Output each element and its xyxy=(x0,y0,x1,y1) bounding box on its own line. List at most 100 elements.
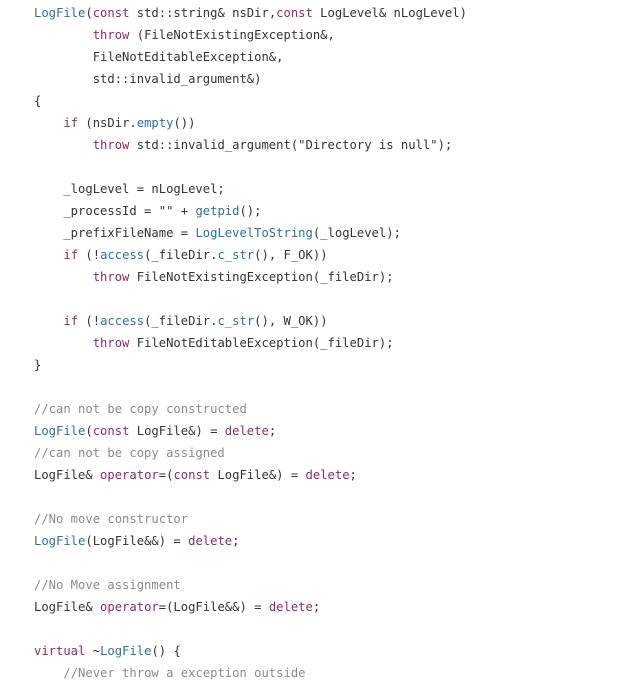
code-keyword: if xyxy=(63,116,79,130)
code-text: ( xyxy=(85,6,93,20)
code-text: { xyxy=(34,94,42,108)
code-comment: //can not be copy assigned xyxy=(34,446,225,460)
code-keyword: operator xyxy=(100,600,159,614)
code-keyword: const xyxy=(276,6,313,20)
code-text: ; xyxy=(349,468,357,482)
code-block: LogFile(const std::string& nsDir,const L… xyxy=(34,2,467,684)
code-text: ~ xyxy=(85,644,101,658)
code-keyword: if xyxy=(63,314,79,328)
code-text: =(LogFile&&) = xyxy=(158,600,269,614)
code-text: (_logLevel); xyxy=(312,226,401,240)
code-keyword: delete xyxy=(305,468,350,482)
code-line: throw (FileNotExistingException&, xyxy=(34,24,467,46)
code-identifier: LogFile xyxy=(34,6,86,20)
code-line: std::invalid_argument&) xyxy=(34,68,467,90)
code-keyword: const xyxy=(92,6,130,20)
code-text: (! xyxy=(78,314,101,328)
code-comment: //No move constructor xyxy=(34,512,189,526)
code-line: //can not be copy assigned xyxy=(34,442,467,464)
code-text: ; xyxy=(268,424,277,438)
code-line: throw FileNotEditableException(_fileDir)… xyxy=(34,332,467,354)
code-line: throw std::invalid_argument("Directory i… xyxy=(34,134,467,156)
code-line: LogFile& operator=(const LogFile&) = del… xyxy=(34,464,467,486)
code-text: std::invalid_argument("Directory is null… xyxy=(129,138,453,152)
code-identifier: empty xyxy=(136,116,174,130)
code-text: =( xyxy=(158,468,174,482)
code-text: () { xyxy=(151,644,181,658)
code-line: } xyxy=(34,354,467,376)
code-line: FileNotEditableException&, xyxy=(34,46,467,68)
code-text: FileNotEditableException&, xyxy=(34,50,284,64)
code-keyword: const xyxy=(173,468,211,482)
code-keyword: delete xyxy=(224,424,269,438)
code-text: LogFile& xyxy=(34,600,101,614)
code-text: _logLevel = nLogLevel; xyxy=(34,182,225,196)
code-text: LogFile&) = xyxy=(129,424,225,438)
code-identifier: c_str xyxy=(217,314,255,328)
code-identifier: LogFile xyxy=(34,424,86,438)
code-text: (FileNotExistingException&, xyxy=(129,28,335,42)
code-keyword: throw xyxy=(92,28,130,42)
code-text: (), F_OK)) xyxy=(254,248,328,262)
code-text: (_fileDir. xyxy=(144,314,218,328)
code-text: (); xyxy=(239,204,262,218)
code-keyword: delete xyxy=(188,534,233,548)
code-text: (! xyxy=(78,248,101,262)
code-text: ; xyxy=(232,534,240,548)
code-identifier: access xyxy=(100,314,145,328)
code-comment: //No Move assignment xyxy=(34,578,181,592)
code-text: (nsDir. xyxy=(78,116,137,130)
code-line: //No move constructor xyxy=(34,508,467,530)
code-text: _prefixFileName = xyxy=(34,226,196,240)
code-identifier: access xyxy=(100,248,145,262)
code-text: ()) xyxy=(173,116,196,130)
code-keyword: const xyxy=(92,424,130,438)
code-line: _logLevel = nLogLevel; xyxy=(34,178,467,200)
code-line: LogFile& operator=(LogFile&&) = delete; xyxy=(34,596,467,618)
code-text: ( xyxy=(85,424,93,438)
code-line: virtual ~LogFile() { xyxy=(34,640,467,662)
code-line: _processId = "" + getpid(); xyxy=(34,200,467,222)
code-keyword: throw xyxy=(92,270,130,284)
code-line: { xyxy=(34,90,467,112)
code-text: (), W_OK)) xyxy=(254,314,328,328)
code-line: //can not be copy constructed xyxy=(34,398,467,420)
code-keyword: virtual xyxy=(34,644,86,658)
code-identifier: getpid xyxy=(195,204,240,218)
code-text: FileNotExistingException(_fileDir); xyxy=(129,270,394,284)
code-text: FileNotEditableException(_fileDir); xyxy=(129,336,394,350)
code-line: //No Move assignment xyxy=(34,574,467,596)
code-identifier: c_str xyxy=(217,248,255,262)
code-text: ; xyxy=(312,600,321,614)
code-identifier: LogLevelToString xyxy=(195,226,313,240)
code-comment: //Never throw a exception outside xyxy=(63,666,306,680)
code-identifier: LogFile xyxy=(34,534,86,548)
code-line: if (!access(_fileDir.c_str(), F_OK)) xyxy=(34,244,467,266)
code-text: (LogFile&&) = xyxy=(85,534,189,548)
code-text: std::invalid_argument&) xyxy=(34,72,262,86)
code-text: LogFile& xyxy=(34,468,101,482)
code-text: _processId = "" + xyxy=(34,204,196,218)
code-keyword: throw xyxy=(92,336,130,350)
code-text: LogLevel& nLogLevel) xyxy=(312,6,467,20)
code-line: if (nsDir.empty()) xyxy=(34,112,467,134)
code-line: _prefixFileName = LogLevelToString(_logL… xyxy=(34,222,467,244)
code-line: throw FileNotExistingException(_fileDir)… xyxy=(34,266,467,288)
code-text: std::string& nsDir, xyxy=(129,6,277,20)
code-keyword: throw xyxy=(92,138,130,152)
code-keyword: if xyxy=(63,248,79,262)
code-keyword: delete xyxy=(268,600,313,614)
